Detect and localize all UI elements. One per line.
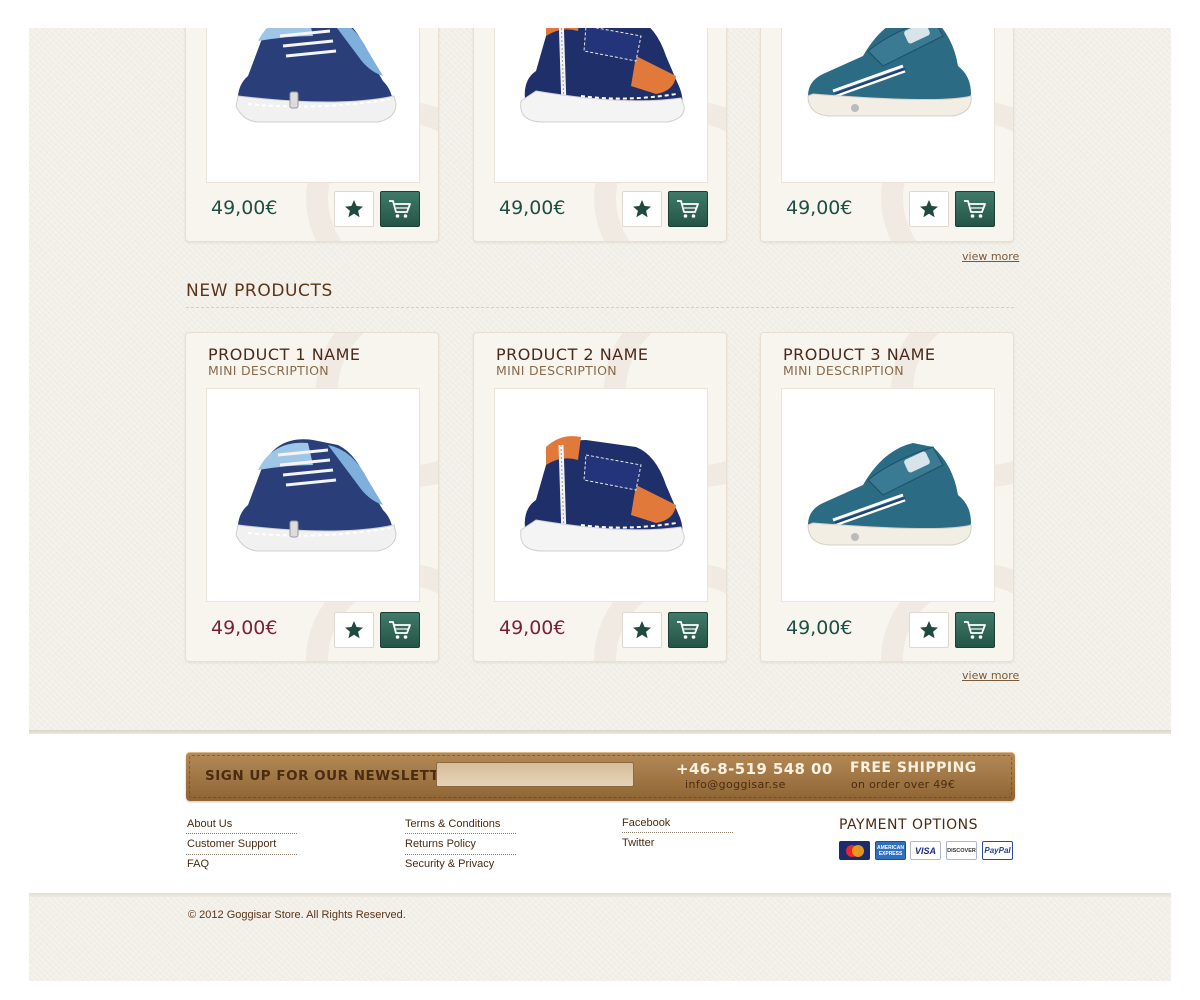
product-card: 49,00€ (185, 10, 439, 242)
product-description: MINI DESCRIPTION (783, 363, 904, 378)
add-to-favorites-button[interactable] (334, 191, 374, 227)
paypal-icon: PayPal (982, 841, 1013, 860)
visa-label: VISA (914, 845, 936, 856)
copyright-text: © 2012 Goggisar Store. All Rights Reserv… (188, 909, 406, 921)
star-icon (920, 621, 938, 639)
product-card: PRODUCT 1 NAME MINI DESCRIPTION 49,00€ (185, 332, 439, 662)
cart-icon (963, 621, 986, 640)
shoe-image (234, 11, 398, 124)
product-name[interactable]: PRODUCT 1 NAME (208, 345, 361, 364)
footer-link-twitter[interactable]: Twitter (622, 837, 654, 849)
amex-label: AMERICAN EXPRESS (877, 844, 904, 857)
footer-link-customer-support[interactable]: Customer Support (187, 838, 276, 850)
product-price: 49,00€ (499, 617, 566, 639)
free-shipping-subtitle: on order over 49€ (851, 778, 956, 791)
star-icon (345, 200, 363, 218)
add-to-cart-button[interactable] (955, 612, 995, 648)
add-to-cart-button[interactable] (380, 191, 420, 227)
star-icon (920, 200, 938, 218)
footer-link-separator (622, 832, 733, 833)
footer-link-returns[interactable]: Returns Policy (405, 838, 476, 850)
newsletter-bar: SIGN UP FOR OUR NEWSLETTER: +46-8-519 54… (186, 752, 1015, 801)
footer-link-terms[interactable]: Terms & Conditions (405, 818, 500, 830)
add-to-cart-button[interactable] (668, 191, 708, 227)
star-icon (633, 200, 651, 218)
cart-icon (676, 200, 699, 219)
contact-email[interactable]: info@goggisar.se (685, 778, 786, 791)
shoe-image (506, 10, 696, 136)
footer-link-faq[interactable]: FAQ (187, 858, 209, 870)
product-card: PRODUCT 3 NAME MINI DESCRIPTION 49,00€ (760, 332, 1014, 662)
cart-icon (676, 621, 699, 640)
newsletter-email-input[interactable] (436, 762, 634, 787)
add-to-favorites-button[interactable] (622, 612, 662, 648)
free-shipping-title: FREE SHIPPING (850, 760, 977, 776)
product-image[interactable] (781, 11, 995, 183)
add-to-favorites-button[interactable] (334, 612, 374, 648)
product-image[interactable] (781, 388, 995, 602)
add-to-favorites-button[interactable] (909, 191, 949, 227)
star-icon (633, 621, 651, 639)
section-divider (186, 307, 1014, 308)
view-more-link[interactable]: view more (962, 669, 1019, 682)
footer-link-separator (405, 833, 516, 834)
product-description: MINI DESCRIPTION (496, 363, 617, 378)
mastercard-logo (845, 844, 864, 857)
product-price: 49,00€ (786, 617, 853, 639)
shoe-image (806, 12, 973, 118)
top-strip (0, 0, 1200, 28)
product-price: 49,00€ (211, 197, 278, 219)
product-price: 49,00€ (499, 197, 566, 219)
footer-link-separator (186, 833, 297, 834)
add-to-favorites-button[interactable] (909, 612, 949, 648)
shoe-image (506, 425, 696, 565)
view-more-link[interactable]: view more (962, 250, 1019, 263)
product-image[interactable] (494, 388, 708, 602)
add-to-cart-button[interactable] (380, 612, 420, 648)
paypal-label: PayPal (984, 846, 1011, 855)
payment-options-title: PAYMENT OPTIONS (839, 817, 979, 833)
amex-icon: AMERICAN EXPRESS (875, 841, 906, 860)
discover-icon: DISCOVER (946, 841, 977, 860)
cart-icon (963, 200, 986, 219)
cart-icon (388, 200, 411, 219)
bottom-divider (29, 893, 1171, 897)
visa-icon: VISA (910, 841, 941, 860)
newsletter-label: SIGN UP FOR OUR NEWSLETTER: (205, 768, 466, 784)
product-description: MINI DESCRIPTION (208, 363, 329, 378)
contact-phone: +46-8-519 548 00 (676, 760, 833, 778)
section-title: NEW PRODUCTS (186, 281, 333, 301)
footer-link-about-us[interactable]: About Us (187, 818, 232, 830)
mastercard-icon (839, 841, 870, 860)
product-image[interactable] (494, 10, 708, 183)
footer-link-separator (405, 854, 516, 855)
shoe-image (806, 441, 973, 547)
add-to-cart-button[interactable] (955, 191, 995, 227)
product-image[interactable] (206, 11, 420, 183)
product-name[interactable]: PRODUCT 3 NAME (783, 345, 936, 364)
add-to-cart-button[interactable] (668, 612, 708, 648)
footer-link-facebook[interactable]: Facebook (622, 817, 670, 829)
product-card: 49,00€ (473, 10, 727, 242)
product-card: 49,00€ (760, 10, 1014, 242)
product-price: 49,00€ (786, 197, 853, 219)
product-name[interactable]: PRODUCT 2 NAME (496, 345, 649, 364)
add-to-favorites-button[interactable] (622, 191, 662, 227)
discover-label: DISCOVER (947, 847, 976, 854)
product-card: PRODUCT 2 NAME MINI DESCRIPTION 49,00€ (473, 332, 727, 662)
footer-link-separator (186, 854, 297, 855)
cart-icon (388, 621, 411, 640)
footer-link-security[interactable]: Security & Privacy (405, 858, 494, 870)
star-icon (345, 621, 363, 639)
product-image[interactable] (206, 388, 420, 602)
shoe-image (234, 437, 398, 553)
product-price: 49,00€ (211, 617, 278, 639)
